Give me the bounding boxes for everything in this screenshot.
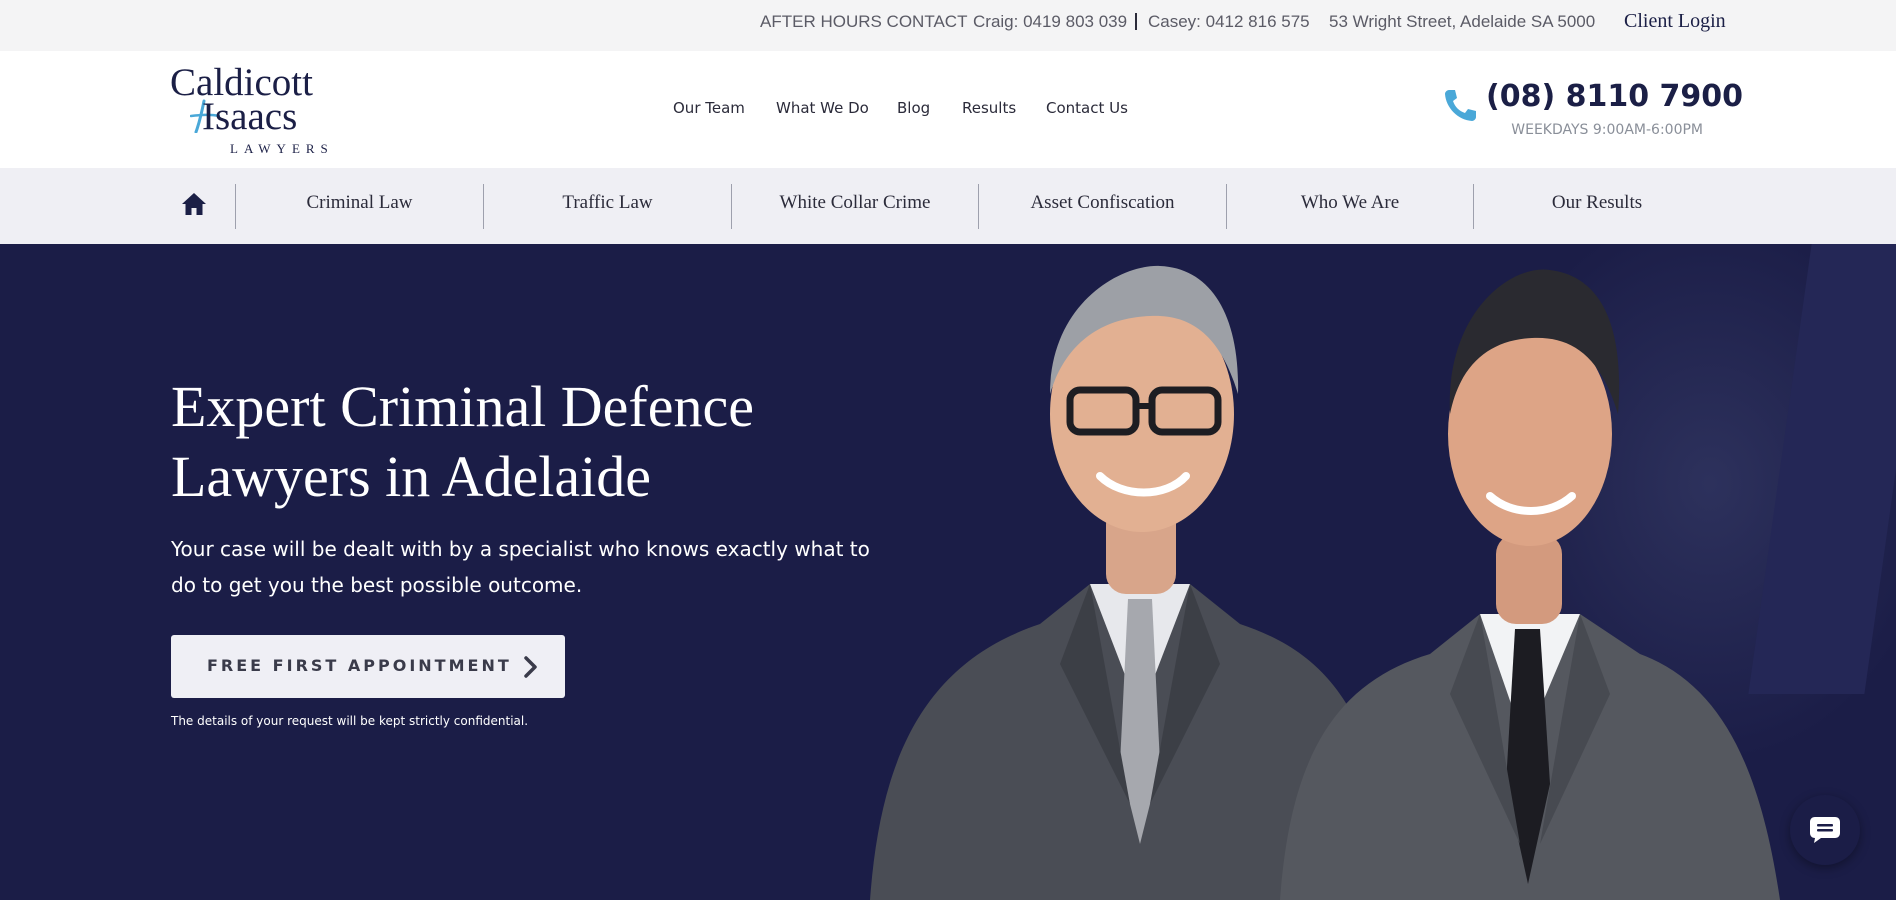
craig-phone-link[interactable]: Craig: 0419 803 039	[973, 12, 1127, 32]
tab-our-results[interactable]: Our Results	[1474, 192, 1720, 220]
chat-widget-button[interactable]	[1790, 795, 1860, 865]
cta-label: FREE FIRST APPOINTMENT	[207, 656, 512, 675]
practice-areas-nav: Criminal Law Traffic Law White Collar Cr…	[0, 168, 1896, 244]
chevron-right-icon	[524, 656, 537, 678]
client-login-link[interactable]: Client Login	[1624, 10, 1726, 33]
logo-text-isaacs: Isaacs	[202, 95, 298, 138]
nav-our-team[interactable]: Our Team	[673, 99, 745, 117]
hero-title-line-2: Lawyers in Adelaide	[171, 444, 651, 509]
after-hours-label: AFTER HOURS CONTACT	[760, 12, 968, 31]
confidentiality-note: The details of your request will be kept…	[171, 714, 529, 728]
tab-white-collar-crime[interactable]: White Collar Crime	[732, 192, 978, 220]
lawyers-photo	[870, 265, 1780, 900]
office-hours: WEEKDAYS 9:00AM-6:00PM	[1511, 122, 1703, 138]
nav-results[interactable]: Results	[962, 99, 1016, 117]
header-phone-number[interactable]: (08) 8110 7900	[1486, 79, 1743, 114]
tab-asset-confiscation[interactable]: Asset Confiscation	[979, 192, 1226, 220]
casey-phone-link[interactable]: Casey: 0412 816 575	[1148, 12, 1310, 32]
home-icon[interactable]	[181, 192, 207, 216]
free-first-appointment-button[interactable]: FREE FIRST APPOINTMENT	[171, 635, 565, 698]
tab-traffic-law[interactable]: Traffic Law	[484, 192, 731, 220]
site-logo[interactable]: Caldicott Isaacs LAWYERS	[170, 63, 360, 157]
tab-criminal-law[interactable]: Criminal Law	[236, 192, 483, 220]
hero-title-line-1: Expert Criminal Defence	[171, 374, 754, 439]
tab-who-we-are[interactable]: Who We Are	[1227, 192, 1473, 220]
address-link[interactable]: 53 Wright Street, Adelaide SA 5000	[1329, 12, 1595, 32]
nav-blog[interactable]: Blog	[897, 99, 930, 117]
hero-subtitle: Your case will be dealt with by a specia…	[171, 537, 870, 597]
hero-section: Expert Criminal Defence Lawyers in Adela…	[0, 244, 1896, 900]
nav-what-we-do[interactable]: What We Do	[776, 99, 869, 117]
divider	[1135, 13, 1137, 30]
chat-bubble-icon	[1810, 817, 1840, 843]
nav-contact-us[interactable]: Contact Us	[1046, 99, 1128, 117]
phone-icon	[1445, 90, 1476, 121]
site-header: Caldicott Isaacs LAWYERS Our Team What W…	[0, 51, 1896, 168]
logo-text-lawyers: LAWYERS	[230, 141, 334, 156]
hero-title: Expert Criminal Defence Lawyers in Adela…	[171, 372, 931, 512]
top-bar: AFTER HOURS CONTACT Craig: 0419 803 039 …	[0, 0, 1896, 51]
